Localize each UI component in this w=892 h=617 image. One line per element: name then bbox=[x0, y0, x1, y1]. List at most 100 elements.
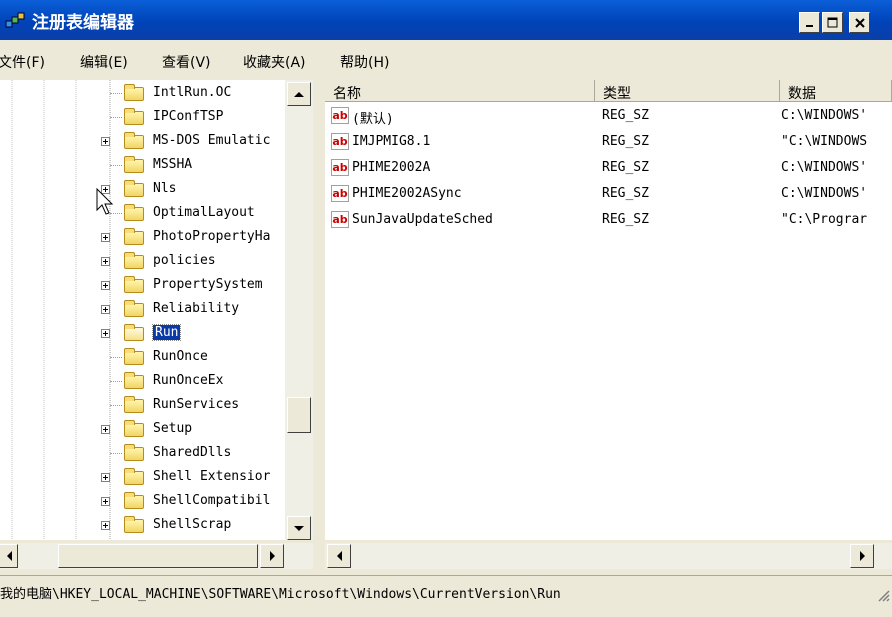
tree-node-label[interactable]: PhotoPropertyHa bbox=[153, 229, 270, 244]
right-arrow-icon bbox=[859, 551, 865, 561]
tree-node[interactable]: Nls bbox=[0, 178, 285, 200]
pane-splitter[interactable] bbox=[313, 80, 325, 570]
tree-node-label[interactable]: Nls bbox=[153, 181, 176, 196]
list-scroll-left-button[interactable] bbox=[327, 544, 351, 568]
tree-node[interactable]: policies bbox=[0, 250, 285, 272]
column-header-data[interactable]: 数据 bbox=[780, 80, 892, 102]
value-row[interactable]: ab IMJPMIG8.1 REG_SZ "C:\WINDOWS bbox=[325, 130, 892, 154]
expand-icon[interactable] bbox=[101, 137, 110, 146]
folder-icon bbox=[124, 180, 144, 197]
tree-node-label[interactable]: OptimalLayout bbox=[153, 205, 255, 220]
tree-node-label[interactable]: Shell Extensior bbox=[153, 469, 270, 484]
menu-view[interactable]: 查看(V) bbox=[162, 52, 211, 72]
tree-horizontal-scrollbar[interactable] bbox=[0, 543, 313, 569]
tree-node-label[interactable]: RunOnceEx bbox=[153, 373, 223, 388]
tree-node[interactable]: OptimalLayout bbox=[0, 202, 285, 224]
up-arrow-icon bbox=[294, 91, 304, 97]
tree-node[interactable]: MS-DOS Emulatic bbox=[0, 130, 285, 152]
tree-node-label[interactable]: Setup bbox=[153, 421, 192, 436]
folder-icon bbox=[124, 420, 144, 437]
maximize-button[interactable] bbox=[822, 12, 843, 33]
tree-node[interactable]: IntlRun.OC bbox=[0, 82, 285, 104]
value-name: PHIME2002A bbox=[352, 160, 431, 175]
tree-node-label[interactable]: MSSHA bbox=[153, 157, 192, 172]
tree-node[interactable]: Run bbox=[0, 322, 285, 344]
tree-node-label[interactable]: ShellScrap bbox=[153, 517, 231, 532]
list-horizontal-scrollbar[interactable] bbox=[325, 543, 892, 569]
tree-connector bbox=[110, 381, 122, 382]
key-tree[interactable]: IntlRun.OC IPConfTSP MS-DOS Emulatic MSSHA N… bbox=[0, 80, 313, 540]
tree-vertical-scrollbar[interactable] bbox=[285, 80, 313, 540]
tree-scroll-thumb[interactable] bbox=[287, 397, 311, 433]
resize-grip-icon[interactable] bbox=[876, 588, 890, 602]
column-header-name[interactable]: 名称 bbox=[325, 80, 595, 102]
list-scroll-right-button[interactable] bbox=[850, 544, 874, 568]
expand-icon[interactable] bbox=[101, 473, 110, 482]
tree-node-label[interactable]: IPConfTSP bbox=[153, 109, 223, 124]
column-header-type[interactable]: 类型 bbox=[595, 80, 780, 102]
scroll-up-button[interactable] bbox=[287, 82, 311, 106]
tree-node[interactable]: MSSHA bbox=[0, 154, 285, 176]
close-button[interactable] bbox=[849, 12, 870, 33]
window-title: 注册表编辑器 bbox=[32, 13, 134, 33]
tree-node-label[interactable]: PropertySystem bbox=[153, 277, 263, 292]
folder-icon bbox=[124, 204, 144, 221]
tree-node-label[interactable]: RunServices bbox=[153, 397, 239, 412]
tree-node-label[interactable]: Reliability bbox=[153, 301, 239, 316]
tree-node-label[interactable]: IntlRun.OC bbox=[153, 85, 231, 100]
tree-connector bbox=[110, 117, 122, 118]
left-arrow-icon bbox=[336, 551, 342, 561]
tree-node-label[interactable]: policies bbox=[153, 253, 216, 268]
tree-hscroll-thumb[interactable] bbox=[58, 544, 258, 568]
menu-favorites[interactable]: 收藏夹(A) bbox=[243, 52, 306, 72]
folder-icon bbox=[124, 156, 144, 173]
value-data: C:\WINDOWS' bbox=[781, 160, 868, 175]
value-row[interactable]: ab (默认) REG_SZ C:\WINDOWS' bbox=[325, 104, 892, 128]
string-value-icon: ab bbox=[331, 133, 349, 150]
scroll-left-button[interactable] bbox=[0, 544, 18, 568]
expand-icon[interactable] bbox=[101, 257, 110, 266]
menu-file[interactable]: 文件(F) bbox=[0, 52, 45, 72]
value-row[interactable]: ab PHIME2002A REG_SZ C:\WINDOWS' bbox=[325, 156, 892, 180]
expand-icon[interactable] bbox=[101, 497, 110, 506]
expand-icon[interactable] bbox=[101, 521, 110, 530]
tree-node[interactable]: ShellCompatibil bbox=[0, 490, 285, 512]
right-arrow-icon bbox=[269, 551, 275, 561]
value-list[interactable]: 名称 类型 数据 ab (默认) REG_SZ C:\WINDOWS' ab IMJPMI… bbox=[325, 80, 892, 540]
menu-edit[interactable]: 编辑(E) bbox=[80, 52, 128, 72]
expand-icon[interactable] bbox=[101, 305, 110, 314]
value-row[interactable]: ab SunJavaUpdateSched REG_SZ "C:\Prograr bbox=[325, 208, 892, 232]
tree-node[interactable]: Shell Extensior bbox=[0, 466, 285, 488]
tree-node[interactable]: RunServices bbox=[0, 394, 285, 416]
expand-icon[interactable] bbox=[101, 425, 110, 434]
value-name: SunJavaUpdateSched bbox=[352, 212, 493, 227]
title-bar[interactable]: 注册表编辑器 bbox=[0, 0, 892, 40]
tree-node[interactable]: IPConfTSP bbox=[0, 106, 285, 128]
menu-help[interactable]: 帮助(H) bbox=[340, 52, 389, 72]
tree-node[interactable]: Setup bbox=[0, 418, 285, 440]
minimize-button[interactable] bbox=[799, 12, 820, 33]
tree-node-label[interactable]: SharedDlls bbox=[153, 445, 231, 460]
tree-node[interactable]: RunOnceEx bbox=[0, 370, 285, 392]
scroll-down-button[interactable] bbox=[287, 516, 311, 540]
expand-icon[interactable] bbox=[101, 233, 110, 242]
string-value-icon: ab bbox=[331, 107, 349, 124]
value-type: REG_SZ bbox=[602, 160, 649, 175]
value-type: REG_SZ bbox=[602, 212, 649, 227]
tree-node[interactable]: PropertySystem bbox=[0, 274, 285, 296]
value-row[interactable]: ab PHIME2002ASync REG_SZ C:\WINDOWS' bbox=[325, 182, 892, 206]
tree-node-label[interactable]: MS-DOS Emulatic bbox=[153, 133, 270, 148]
scroll-right-button[interactable] bbox=[260, 544, 284, 568]
expand-icon[interactable] bbox=[101, 281, 110, 290]
expand-icon[interactable] bbox=[101, 329, 110, 338]
tree-node[interactable]: PhotoPropertyHa bbox=[0, 226, 285, 248]
tree-node[interactable]: SharedDlls bbox=[0, 442, 285, 464]
tree-node[interactable]: Reliability bbox=[0, 298, 285, 320]
tree-node[interactable]: ShellScrap bbox=[0, 514, 285, 536]
minimize-icon bbox=[805, 24, 813, 27]
folder-icon bbox=[124, 492, 144, 509]
tree-node-label[interactable]: RunOnce bbox=[153, 349, 208, 364]
tree-node-label[interactable]: Run bbox=[151, 324, 182, 341]
tree-node[interactable]: RunOnce bbox=[0, 346, 285, 368]
tree-node-label[interactable]: ShellCompatibil bbox=[153, 493, 270, 508]
